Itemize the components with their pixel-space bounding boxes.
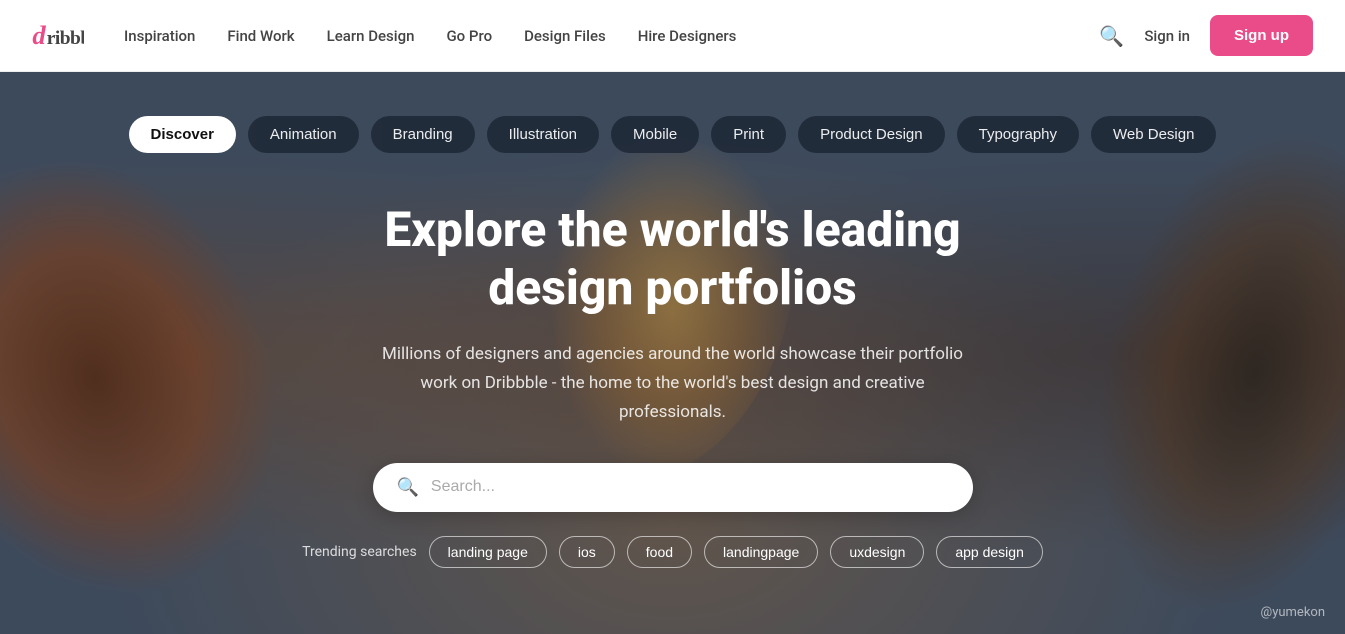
nav-hire-designers[interactable]: Hire Designers bbox=[638, 27, 737, 45]
category-mobile[interactable]: Mobile bbox=[611, 116, 699, 153]
trending-tag-food[interactable]: food bbox=[627, 536, 692, 568]
hero-content: Explore the world's leading design portf… bbox=[353, 201, 993, 463]
trending-tag-landingpage[interactable]: landingpage bbox=[704, 536, 818, 568]
nav-find-work[interactable]: Find Work bbox=[227, 27, 294, 45]
category-illustration[interactable]: Illustration bbox=[487, 116, 599, 153]
category-discover[interactable]: Discover bbox=[129, 116, 236, 153]
nav-inspiration[interactable]: Inspiration bbox=[124, 27, 195, 45]
sign-in-link[interactable]: Sign in bbox=[1144, 27, 1190, 45]
nav-design-files[interactable]: Design Files bbox=[524, 27, 606, 45]
category-web-design[interactable]: Web Design bbox=[1091, 116, 1216, 153]
svg-text:ribbble: ribbble bbox=[47, 28, 84, 49]
trending-tag-app-design[interactable]: app design bbox=[936, 536, 1043, 568]
category-branding[interactable]: Branding bbox=[371, 116, 475, 153]
attribution: @yumekon bbox=[1261, 605, 1325, 620]
trending-tag-uxdesign[interactable]: uxdesign bbox=[830, 536, 924, 568]
nav-go-pro[interactable]: Go Pro bbox=[446, 27, 492, 45]
navbar: d ribbble Inspiration Find Work Learn De… bbox=[0, 0, 1345, 72]
trending-tag-landing-page[interactable]: landing page bbox=[429, 536, 547, 568]
trending-tag-ios[interactable]: ios bbox=[559, 536, 615, 568]
search-bar: 🔍 bbox=[373, 463, 973, 512]
search-bar-icon: 🔍 bbox=[397, 477, 419, 498]
category-typography[interactable]: Typography bbox=[957, 116, 1079, 153]
trending-label: Trending searches bbox=[302, 544, 417, 560]
hero-section: Discover Animation Branding Illustration… bbox=[0, 72, 1345, 634]
nav-actions: 🔍 Sign in Sign up bbox=[1099, 15, 1313, 56]
search-icon[interactable]: 🔍 bbox=[1099, 24, 1124, 48]
hero-subtitle: Millions of designers and agencies aroun… bbox=[373, 340, 973, 427]
trending-row: Trending searches landing page ios food … bbox=[302, 536, 1043, 568]
nav-learn-design[interactable]: Learn Design bbox=[327, 27, 415, 45]
search-input[interactable] bbox=[431, 478, 949, 496]
hero-title-line2: design portfolios bbox=[488, 259, 857, 316]
nav-links: Inspiration Find Work Learn Design Go Pr… bbox=[124, 27, 1099, 45]
hero-title-line1: Explore the world's leading bbox=[384, 201, 960, 258]
search-bar-wrapper: 🔍 bbox=[373, 463, 973, 512]
category-product-design[interactable]: Product Design bbox=[798, 116, 945, 153]
sign-up-button[interactable]: Sign up bbox=[1210, 15, 1313, 56]
category-print[interactable]: Print bbox=[711, 116, 786, 153]
category-animation[interactable]: Animation bbox=[248, 116, 359, 153]
hero-title: Explore the world's leading design portf… bbox=[373, 201, 973, 316]
svg-text:d: d bbox=[32, 20, 46, 50]
logo[interactable]: d ribbble bbox=[32, 12, 84, 59]
category-bar: Discover Animation Branding Illustration… bbox=[129, 116, 1217, 153]
